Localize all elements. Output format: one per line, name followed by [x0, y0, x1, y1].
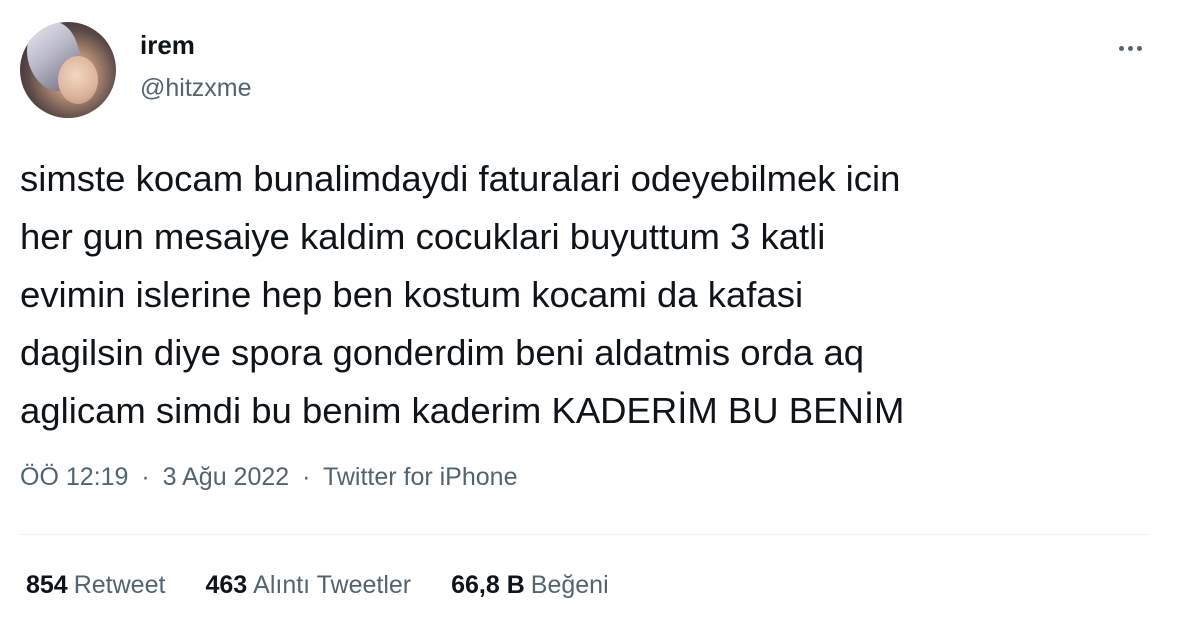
- quote-count: 463: [205, 571, 248, 599]
- user-handle[interactable]: @hitzxme: [140, 74, 252, 103]
- like-label: Beğeni: [530, 571, 609, 599]
- more-horizontal-icon: [1118, 45, 1124, 51]
- tweet-text-line: dagilsin diye spora gonderdim beni aldat…: [20, 332, 865, 373]
- tweet-meta: ÖÖ 12:19 · 3 Ağu 2022 · Twitter for iPho…: [20, 463, 517, 492]
- user-name[interactable]: irem: [140, 30, 195, 61]
- tweet: irem @hitzxme simste kocam bunalimdaydi …: [0, 0, 1180, 634]
- retweet-count: 854: [26, 571, 68, 599]
- like-count: 66,8 B: [451, 571, 525, 599]
- avatar[interactable]: [20, 22, 116, 118]
- tweet-text-line: her gun mesaiye kaldim cocuklari buyuttu…: [20, 216, 826, 257]
- tweet-source[interactable]: Twitter for iPhone: [323, 463, 518, 491]
- tweet-text-line: simste kocam bunalimdaydi faturalari ode…: [20, 158, 901, 199]
- tweet-stats: 854 Retweet 463 Alıntı Tweetler 66,8 B Beğe…: [26, 571, 649, 600]
- more-button[interactable]: [1108, 34, 1152, 62]
- more-horizontal-icon: [1136, 45, 1142, 51]
- tweet-text-line: evimin islerine hep ben kostum kocami da…: [20, 274, 804, 315]
- tweet-time[interactable]: ÖÖ 12:19: [20, 463, 128, 491]
- retweet-stat[interactable]: 854 Retweet: [26, 571, 165, 600]
- avatar-face: [58, 56, 98, 104]
- tweet-date[interactable]: 3 Ağu 2022: [163, 463, 290, 491]
- quote-stat[interactable]: 463 Alıntı Tweetler: [205, 571, 411, 600]
- divider: [20, 534, 1150, 535]
- more-horizontal-icon: [1127, 45, 1133, 51]
- tweet-text-line: aglicam simdi bu benim kaderim KADERİM B…: [20, 390, 905, 431]
- quote-label: Alıntı Tweetler: [253, 571, 412, 599]
- tweet-text: simste kocam bunalimdaydi faturalari ode…: [20, 150, 1160, 440]
- like-stat[interactable]: 66,8 B Beğeni: [451, 571, 609, 600]
- meta-separator: ·: [302, 463, 311, 491]
- retweet-label: Retweet: [73, 571, 166, 599]
- meta-separator: ·: [141, 463, 150, 491]
